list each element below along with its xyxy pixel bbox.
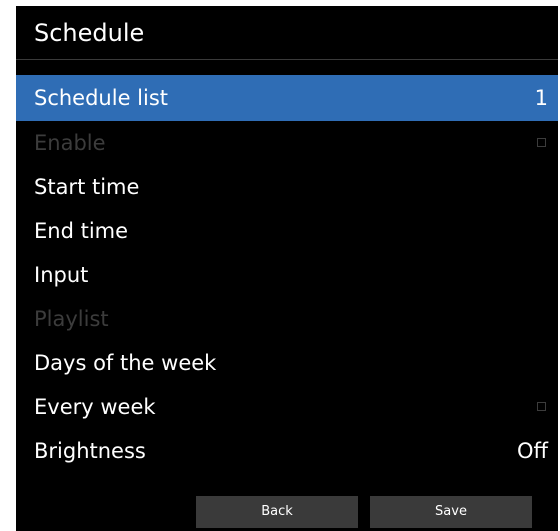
menu-item-schedule-list[interactable]: Schedule list 1 xyxy=(16,75,558,121)
menu-item-end-time[interactable]: End time xyxy=(16,209,558,253)
schedule-panel: Schedule Schedule list 1 Enable Start ti… xyxy=(16,6,558,531)
every-week-checkbox-icon[interactable] xyxy=(537,402,546,411)
menu-item-start-time[interactable]: Start time xyxy=(16,165,558,209)
save-button[interactable]: Save xyxy=(370,496,532,528)
enable-checkbox-icon xyxy=(537,138,546,147)
schedule-list-value: 1 xyxy=(534,86,548,110)
brightness-value: Off xyxy=(517,439,548,463)
menu-item-label: Every week xyxy=(34,395,156,419)
schedule-menu: Schedule list 1 Enable Start time End ti… xyxy=(16,75,558,473)
menu-item-label: Input xyxy=(34,263,89,287)
menu-item-playlist: Playlist xyxy=(16,297,558,341)
menu-item-label: End time xyxy=(34,219,129,243)
menu-item-label: Brightness xyxy=(34,439,146,463)
menu-item-enable: Enable xyxy=(16,121,558,165)
menu-item-brightness[interactable]: Brightness Off xyxy=(16,429,558,473)
page-title: Schedule xyxy=(34,19,145,47)
title-divider xyxy=(16,59,558,60)
menu-item-label: Schedule list xyxy=(34,86,169,110)
menu-item-label: Start time xyxy=(34,175,140,199)
button-bar: Back Save xyxy=(16,496,558,531)
menu-item-label: Days of the week xyxy=(34,351,217,375)
menu-item-every-week[interactable]: Every week xyxy=(16,385,558,429)
back-button[interactable]: Back xyxy=(196,496,358,528)
menu-item-label: Playlist xyxy=(34,307,109,331)
menu-item-days-of-the-week[interactable]: Days of the week xyxy=(16,341,558,385)
menu-item-label: Enable xyxy=(34,131,106,155)
menu-item-input[interactable]: Input xyxy=(16,253,558,297)
